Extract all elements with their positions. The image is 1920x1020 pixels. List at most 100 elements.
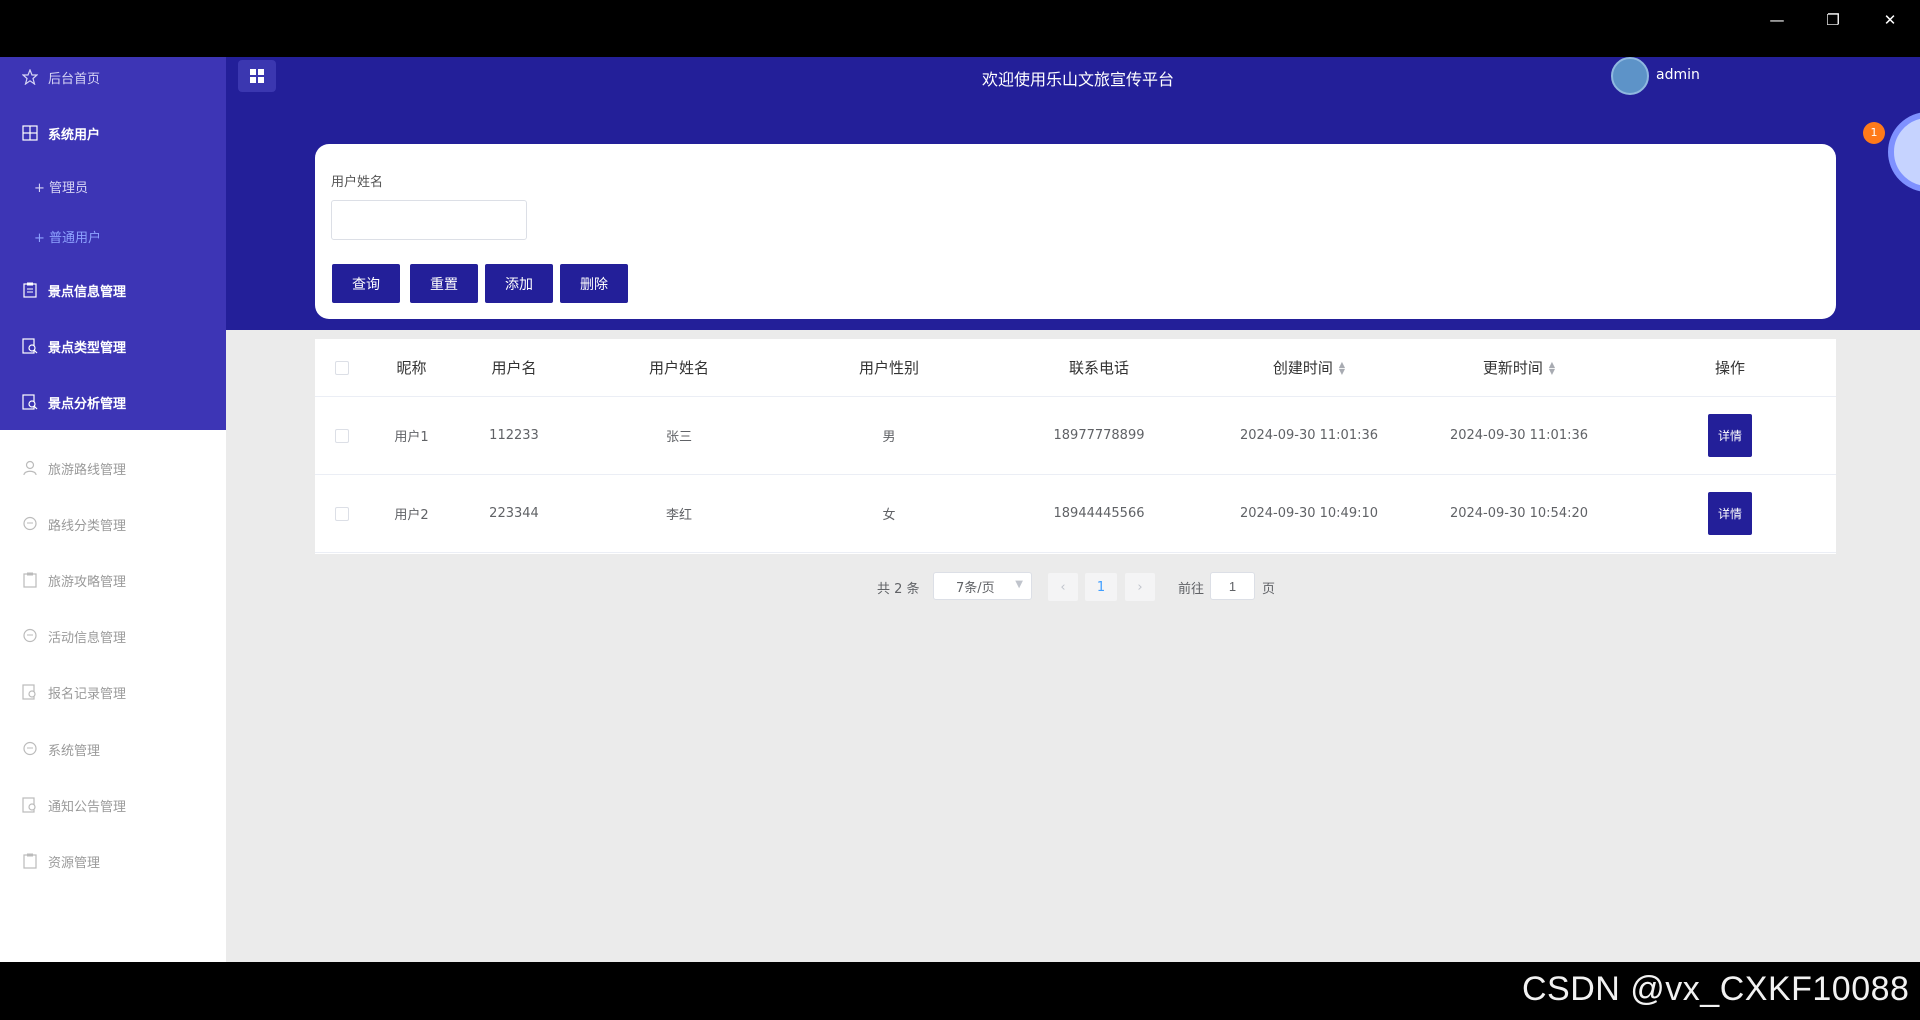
sort-icon[interactable]: ▲ ▼ [1549, 360, 1555, 375]
search-card: 用户姓名 查询 重置 添加 删除 [315, 144, 1836, 319]
app-container: 欢迎使用乐山文旅宣传平台 admin 1 后台首页 系统用户 + 管理员 + 普… [0, 57, 1920, 962]
cell-username: 223344 [489, 506, 539, 521]
query-button[interactable]: 查询 [332, 264, 400, 303]
notification-badge: 1 [1863, 122, 1885, 144]
sidebar-item-label: 活动信息管理 [48, 630, 127, 646]
sidebar-item-label: 后台首页 [48, 71, 101, 87]
detail-button[interactable]: 详情 [1708, 492, 1752, 535]
table-row: 用户1 112233 张三 男 18977778899 2024-09-30 1… [315, 397, 1836, 475]
sidebar-item-travel-guide[interactable]: 旅游攻略管理 [0, 560, 226, 600]
minimize-button[interactable]: — [1757, 8, 1797, 32]
add-button[interactable]: 添加 [485, 264, 553, 303]
sidebar-item-notice[interactable]: 通知公告管理 [0, 785, 226, 825]
document-search-icon [20, 336, 40, 356]
restore-button[interactable]: ❐ [1813, 8, 1853, 32]
column-header-phone: 联系电话 [1068, 359, 1129, 377]
cell-name: 张三 [665, 430, 692, 445]
user-name[interactable]: admin [1656, 67, 1700, 83]
bottom-bar: CSDN @vx_CXKF10088 [0, 962, 1920, 1020]
column-header-action: 操作 [1714, 359, 1745, 377]
cell-gender: 男 [882, 430, 896, 445]
clipboard-icon [20, 570, 40, 590]
row-checkbox[interactable] [335, 428, 349, 443]
pagination-total: 共 2 条 [877, 581, 920, 597]
prev-page-button[interactable]: ‹ [1048, 573, 1078, 601]
column-header-updated-label: 更新时间 [1482, 359, 1543, 377]
sidebar-item-route-category[interactable]: 路线分类管理 [0, 504, 226, 544]
goto-page-input[interactable] [1210, 572, 1255, 600]
sidebar-item-label: 系统管理 [48, 743, 101, 759]
cell-nickname: 用户2 [394, 508, 429, 523]
column-header-name: 用户姓名 [648, 359, 709, 377]
sidebar-item-home[interactable]: 后台首页 [0, 57, 226, 97]
sidebar: 后台首页 系统用户 + 管理员 + 普通用户 景点信息管理 景点类型管理 景点分… [0, 57, 226, 962]
table-header: 昵称 用户名 用户姓名 用户性别 联系电话 创建时间 ▲ ▼ 更新时间 ▲ ▼ 操作 [315, 339, 1836, 397]
sidebar-subitem-normal-user[interactable]: + 普通用户 [34, 227, 101, 246]
sidebar-item-system-users[interactable]: 系统用户 [0, 113, 226, 153]
next-page-button[interactable]: › [1125, 573, 1155, 601]
sidebar-item-label: 景点信息管理 [48, 284, 127, 300]
document-search-icon [20, 682, 40, 702]
sidebar-item-travel-route[interactable]: 旅游路线管理 [0, 448, 226, 488]
cell-phone: 18977778899 [1053, 428, 1145, 443]
close-window-button[interactable]: ✕ [1870, 8, 1910, 32]
sidebar-item-label: 旅游路线管理 [48, 462, 127, 478]
sidebar-item-signup-record[interactable]: 报名记录管理 [0, 672, 226, 712]
clipboard-icon [20, 851, 40, 871]
document-search-icon [20, 795, 40, 815]
row-checkbox[interactable] [335, 506, 349, 521]
sidebar-item-activity-info[interactable]: 活动信息管理 [0, 616, 226, 656]
search-label: 用户姓名 [331, 175, 384, 190]
sidebar-item-label: 报名记录管理 [48, 686, 127, 702]
sort-icon[interactable]: ▲ ▼ [1339, 360, 1345, 375]
goto-prefix: 前往 [1178, 581, 1205, 597]
goto-suffix: 页 [1262, 581, 1276, 597]
sidebar-item-resource[interactable]: 资源管理 [0, 841, 226, 881]
grid-icon [20, 123, 40, 143]
detail-button[interactable]: 详情 [1708, 414, 1752, 457]
column-header-gender: 用户性别 [858, 359, 919, 377]
cell-updated: 2024-09-30 11:01:36 [1449, 428, 1589, 443]
cell-gender: 女 [882, 508, 896, 523]
chat-icon [20, 626, 40, 646]
window-titlebar: — ❐ ✕ [0, 0, 1920, 57]
clipboard-icon [20, 280, 40, 300]
sidebar-item-label: 系统用户 [48, 127, 101, 143]
column-header-updated[interactable]: 更新时间 ▲ ▼ [1414, 339, 1624, 396]
sidebar-item-label: 景点类型管理 [48, 340, 127, 356]
sidebar-item-label: 景点分析管理 [48, 396, 127, 412]
sidebar-item-label: 通知公告管理 [48, 799, 127, 815]
cell-created: 2024-09-30 11:01:36 [1239, 428, 1379, 443]
sidebar-item-label: 旅游攻略管理 [48, 574, 127, 590]
user-name-search-input[interactable] [331, 200, 527, 240]
sidebar-item-scenic-info[interactable]: 景点信息管理 [0, 270, 226, 310]
sidebar-item-scenic-type[interactable]: 景点类型管理 [0, 326, 226, 366]
sidebar-item-label: 路线分类管理 [48, 518, 127, 534]
user-table: 昵称 用户名 用户姓名 用户性别 联系电话 创建时间 ▲ ▼ 更新时间 ▲ ▼ 操作… [315, 339, 1836, 554]
user-icon [20, 458, 40, 478]
column-header-nickname: 昵称 [396, 359, 427, 377]
column-header-username: 用户名 [491, 359, 537, 377]
grid-menu-icon [250, 69, 264, 83]
sidebar-item-system-manage[interactable]: 系统管理 [0, 729, 226, 769]
page-number-current[interactable]: 1 [1085, 573, 1117, 601]
chat-icon [20, 739, 40, 759]
cell-name: 李红 [665, 508, 692, 523]
sidebar-item-scenic-analysis[interactable]: 景点分析管理 [0, 382, 226, 422]
select-all-checkbox[interactable] [335, 360, 349, 375]
cell-nickname: 用户1 [394, 430, 429, 445]
menu-toggle-button[interactable] [238, 60, 276, 92]
watermark-text: CSDN @vx_CXKF10088 [1522, 970, 1910, 1008]
column-header-created[interactable]: 创建时间 ▲ ▼ [1204, 339, 1414, 396]
cell-created: 2024-09-30 10:49:10 [1239, 506, 1379, 521]
chevron-down-icon: ▼ [1015, 579, 1023, 590]
sidebar-item-label: 资源管理 [48, 855, 101, 871]
reset-button[interactable]: 重置 [410, 264, 478, 303]
page-size-value: 7条/页 [956, 580, 995, 596]
delete-button[interactable]: 删除 [560, 264, 628, 303]
avatar[interactable] [1611, 57, 1649, 95]
sidebar-subitem-admin[interactable]: + 管理员 [34, 177, 88, 196]
cell-username: 112233 [489, 428, 539, 443]
chat-icon [20, 514, 40, 534]
page-size-select[interactable]: 7条/页 ▼ [933, 572, 1032, 600]
